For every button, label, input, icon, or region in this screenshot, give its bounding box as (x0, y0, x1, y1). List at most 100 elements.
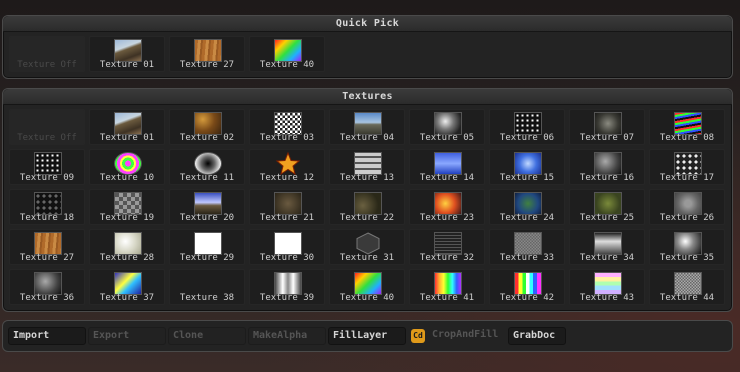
texture-thumbnail (354, 192, 382, 215)
cd-toggle[interactable]: Cd (411, 329, 425, 343)
texture-thumbnail (114, 152, 142, 175)
textures-texture-cell[interactable]: Texture 21 (249, 189, 325, 225)
texture-thumbnail (354, 112, 382, 135)
texture-thumbnail (594, 112, 622, 135)
textures-texture-cell[interactable]: Texture 38 (169, 269, 245, 305)
textures-panel: Textures Texture Off Texture 01 Texture 02… (2, 88, 733, 312)
texture-label: Texture 43 (579, 293, 635, 303)
textures-texture-cell[interactable]: Texture Off (9, 109, 85, 145)
textures-texture-cell[interactable]: Texture 14 (409, 149, 485, 185)
import-button[interactable]: Import (8, 327, 86, 345)
texture-label: Texture 15 (499, 173, 555, 183)
filllayer-button[interactable]: FillLayer (328, 327, 406, 345)
textures-texture-cell[interactable]: Texture 24 (489, 189, 565, 225)
clone-button[interactable]: Clone (168, 327, 246, 345)
texture-thumbnail (114, 39, 142, 62)
textures-texture-cell[interactable]: Texture 08 (649, 109, 725, 145)
textures-texture-cell[interactable]: Texture 35 (649, 229, 725, 265)
texture-thumbnail (34, 272, 62, 295)
quick_pick-texture-cell[interactable]: Texture 40 (249, 36, 325, 72)
textures-texture-cell[interactable]: Texture 05 (409, 109, 485, 145)
textures-texture-cell[interactable]: Texture 40 (329, 269, 405, 305)
texture-thumbnail (434, 272, 462, 295)
texture-label: Texture 09 (19, 173, 75, 183)
textures-texture-cell[interactable]: Texture 37 (89, 269, 165, 305)
textures-texture-cell[interactable]: Texture 13 (329, 149, 405, 185)
quick-pick-panel: Quick Pick Texture Off Texture 01 Texture … (2, 15, 733, 79)
textures-texture-cell[interactable]: Texture 17 (649, 149, 725, 185)
texture-label: Texture 42 (499, 293, 555, 303)
texture-thumbnail (594, 152, 622, 175)
textures-texture-cell[interactable]: Texture 42 (489, 269, 565, 305)
texture-label: Texture 06 (499, 133, 555, 143)
texture-label: Texture 11 (179, 173, 235, 183)
texture-label: Texture 38 (179, 293, 235, 303)
texture-thumbnail (354, 232, 382, 255)
textures-texture-cell[interactable]: Texture 03 (249, 109, 325, 145)
texture-thumbnail (354, 272, 382, 295)
texture-thumbnail (194, 112, 222, 135)
texture-label: Texture 25 (579, 213, 635, 223)
texture-toolbar: Import Export Clone MakeAlpha FillLayer … (2, 320, 733, 352)
quick_pick-texture-cell[interactable]: Texture Off (9, 36, 85, 72)
textures-texture-cell[interactable]: Texture 27 (9, 229, 85, 265)
textures-texture-cell[interactable]: Texture 16 (569, 149, 645, 185)
makealpha-button[interactable]: MakeAlpha (248, 327, 326, 345)
texture-thumbnail (434, 192, 462, 215)
texture-label: Texture Off (17, 60, 77, 70)
texture-thumbnail (674, 192, 702, 215)
texture-label: Texture 27 (19, 253, 75, 263)
texture-thumbnail (674, 232, 702, 255)
textures-texture-cell[interactable]: Texture 01 (89, 109, 165, 145)
textures-texture-cell[interactable]: Texture 39 (249, 269, 325, 305)
texture-label: Texture 40 (259, 60, 315, 70)
textures-texture-cell[interactable]: Texture 44 (649, 269, 725, 305)
texture-thumbnail (274, 272, 302, 295)
textures-texture-cell[interactable]: Texture 36 (9, 269, 85, 305)
export-button[interactable]: Export (88, 327, 166, 345)
texture-label: Texture 37 (99, 293, 155, 303)
textures-texture-cell[interactable]: Texture 26 (649, 189, 725, 225)
textures-texture-cell[interactable]: Texture 09 (9, 149, 85, 185)
quick_pick-texture-cell[interactable]: Texture 27 (169, 36, 245, 72)
textures-texture-cell[interactable]: Texture 41 (409, 269, 485, 305)
texture-thumbnail (274, 151, 302, 176)
textures-texture-cell[interactable]: Texture 33 (489, 229, 565, 265)
texture-thumbnail (354, 152, 382, 175)
textures-texture-cell[interactable]: Texture 30 (249, 229, 325, 265)
textures-texture-cell[interactable]: Texture 43 (569, 269, 645, 305)
textures-texture-cell[interactable]: Texture 22 (329, 189, 405, 225)
textures-texture-cell[interactable]: Texture 10 (89, 149, 165, 185)
texture-label: Texture 10 (99, 173, 155, 183)
textures-texture-cell[interactable]: Texture 02 (169, 109, 245, 145)
quick_pick-texture-cell[interactable]: Texture 01 (89, 36, 165, 72)
texture-thumbnail (34, 192, 62, 215)
textures-texture-cell[interactable]: Texture 06 (489, 109, 565, 145)
textures-texture-cell[interactable]: Texture 15 (489, 149, 565, 185)
textures-texture-cell[interactable]: Texture 18 (9, 189, 85, 225)
textures-texture-cell[interactable]: Texture 28 (89, 229, 165, 265)
textures-texture-cell[interactable]: Texture 20 (169, 189, 245, 225)
textures-texture-cell[interactable]: Texture 31 (329, 229, 405, 265)
textures-title: Textures (3, 89, 732, 105)
texture-label: Texture 05 (419, 133, 475, 143)
texture-thumbnail (274, 232, 302, 255)
texture-label: Texture 26 (659, 213, 715, 223)
textures-texture-cell[interactable]: Texture 12 (249, 149, 325, 185)
textures-texture-cell[interactable]: Texture 32 (409, 229, 485, 265)
textures-texture-cell[interactable]: Texture 34 (569, 229, 645, 265)
texture-thumbnail (674, 152, 702, 175)
textures-texture-cell[interactable]: Texture 19 (89, 189, 165, 225)
texture-label: Texture 27 (179, 60, 235, 70)
textures-texture-cell[interactable]: Texture 04 (329, 109, 405, 145)
textures-texture-cell[interactable]: Texture 07 (569, 109, 645, 145)
texture-label: Texture 36 (19, 293, 75, 303)
cropandfill-button[interactable]: CropAndFill (428, 327, 506, 345)
texture-thumbnail (34, 232, 62, 255)
textures-texture-cell[interactable]: Texture 29 (169, 229, 245, 265)
textures-texture-cell[interactable]: Texture 11 (169, 149, 245, 185)
grabdoc-button[interactable]: GrabDoc (508, 327, 566, 345)
texture-label: Texture 32 (419, 253, 475, 263)
textures-texture-cell[interactable]: Texture 23 (409, 189, 485, 225)
textures-texture-cell[interactable]: Texture 25 (569, 189, 645, 225)
